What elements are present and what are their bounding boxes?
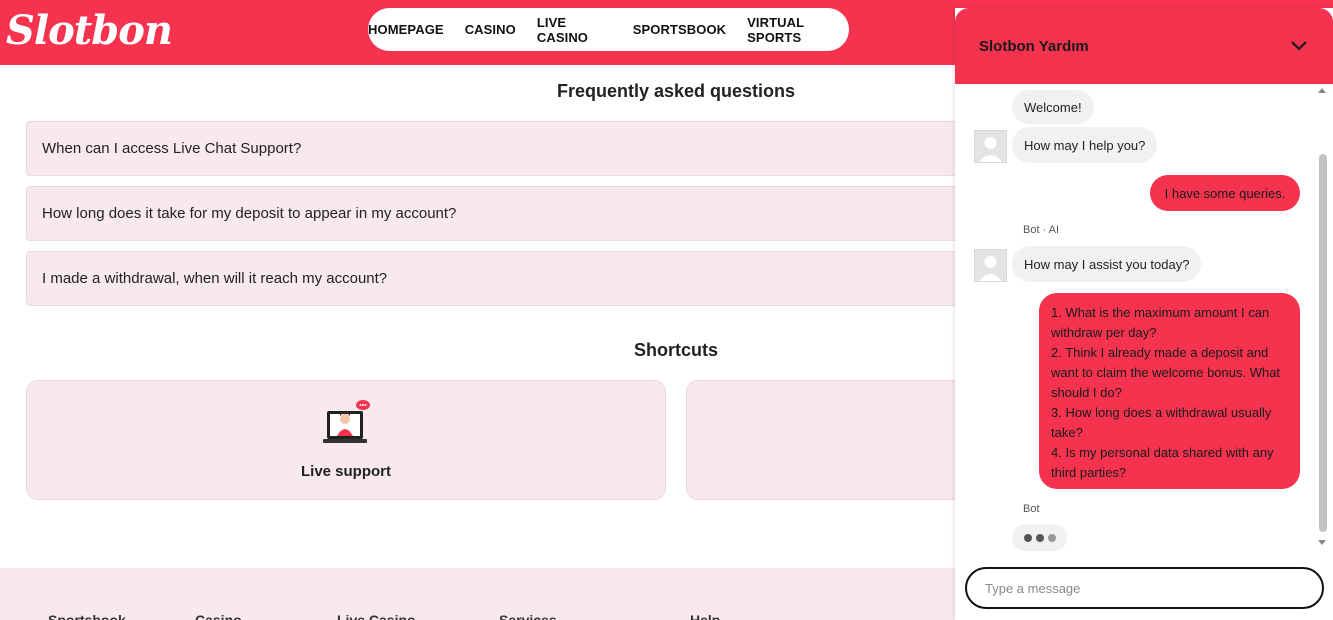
shortcut-live-support[interactable]: Live support xyxy=(26,380,666,500)
live-support-icon xyxy=(323,400,370,443)
bot-message: How may I assist you today? xyxy=(1012,246,1202,282)
app: Slotbon HOMEPAGE CASINO LIVE CASINO SPOR… xyxy=(0,0,1333,620)
user-silhouette-icon xyxy=(979,256,1002,281)
footer-help[interactable]: Help xyxy=(690,612,720,620)
faq-item[interactable]: How long does it take for my deposit to … xyxy=(26,186,1026,241)
typing-indicator xyxy=(1012,524,1067,551)
chat-widget: Slotbon Yardım Welcome! How may I help y… xyxy=(955,8,1333,620)
nav-homepage[interactable]: HOMEPAGE xyxy=(368,22,444,37)
chat-header: Slotbon Yardım xyxy=(955,8,1333,84)
faq-item[interactable]: When can I access Live Chat Support? xyxy=(26,121,1026,176)
avatar xyxy=(974,130,1007,163)
bot-message: How may I help you? xyxy=(1012,127,1158,163)
message-sender: Bot · AI xyxy=(1023,224,1060,236)
footer-services[interactable]: Services xyxy=(499,612,557,620)
scroll-down-icon[interactable] xyxy=(1318,540,1326,545)
main-nav: HOMEPAGE CASINO LIVE CASINO SPORTSBOOK V… xyxy=(368,8,849,51)
chat-title: Slotbon Yardım xyxy=(979,38,1089,55)
bot-message: Welcome! xyxy=(1012,90,1094,124)
faq-question: How long does it take for my deposit to … xyxy=(42,205,457,222)
nav-sportsbook[interactable]: SPORTSBOOK xyxy=(633,22,726,37)
message-sender: Bot xyxy=(1023,503,1040,515)
nav-virtual-sports[interactable]: VIRTUAL SPORTS xyxy=(747,15,849,45)
chat-messages: Welcome! How may I help you? I have some… xyxy=(955,84,1333,554)
scrollbar-thumb[interactable] xyxy=(1319,154,1327,532)
logo[interactable]: Slotbon xyxy=(6,6,173,56)
typing-dot xyxy=(1035,533,1044,542)
footer-live-casino[interactable]: Live Casino xyxy=(337,612,416,620)
footer-sportsbook[interactable]: Sportsbook xyxy=(48,612,126,620)
nav-casino[interactable]: CASINO xyxy=(465,22,516,37)
typing-dot xyxy=(1047,533,1056,542)
typing-dot xyxy=(1023,533,1032,542)
shortcut-label: Live support xyxy=(300,463,391,480)
message-input[interactable] xyxy=(965,567,1324,609)
user-message: I have some queries. xyxy=(1150,175,1300,211)
user-silhouette-icon xyxy=(979,137,1002,162)
user-message: 1. What is the maximum amount I can with… xyxy=(1039,293,1300,489)
nav-live-casino[interactable]: LIVE CASINO xyxy=(537,15,612,45)
chat-scrollbar[interactable] xyxy=(1317,86,1329,546)
faq-question: When can I access Live Chat Support? xyxy=(42,140,302,157)
faq-question: I made a withdrawal, when will it reach … xyxy=(42,270,388,287)
faq-item[interactable]: I made a withdrawal, when will it reach … xyxy=(26,251,1026,306)
scroll-up-icon[interactable] xyxy=(1318,88,1326,93)
footer-casino[interactable]: Casino xyxy=(195,612,242,620)
avatar xyxy=(974,249,1007,282)
chevron-down-icon[interactable] xyxy=(1289,38,1309,54)
